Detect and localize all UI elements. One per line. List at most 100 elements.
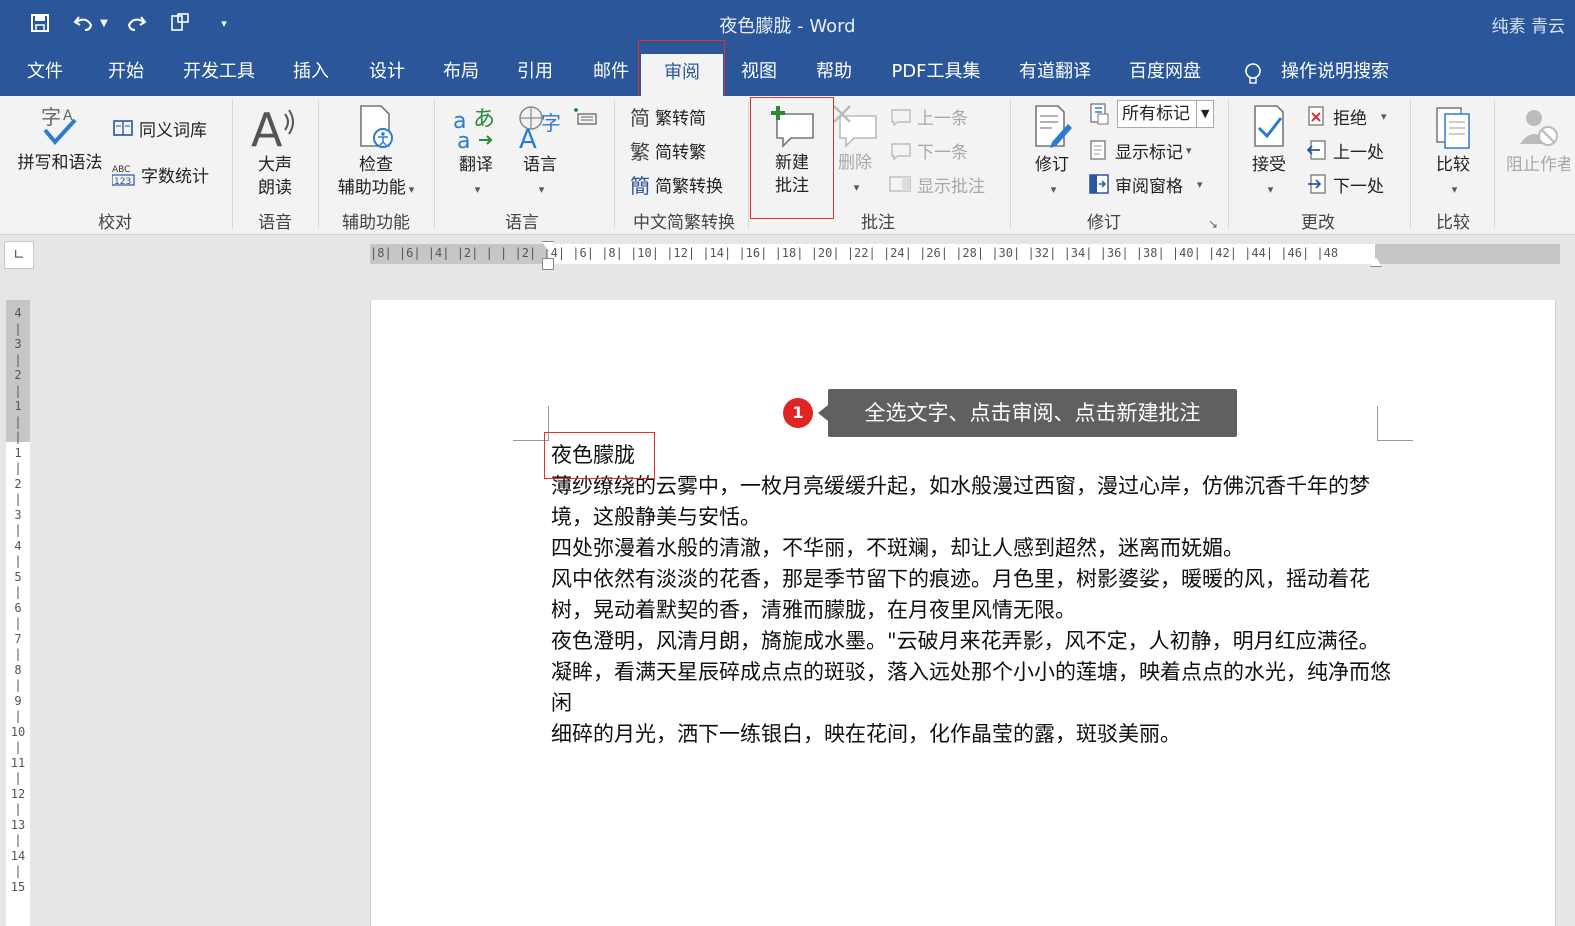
lightbulb-icon[interactable]: [1240, 48, 1266, 96]
tell-me-search[interactable]: 操作说明搜索: [1276, 48, 1394, 96]
heading-highlight: [544, 432, 655, 479]
tab-insert[interactable]: 插入: [280, 48, 342, 96]
next-comment-button[interactable]: 下一条: [888, 136, 968, 164]
delete-comment-icon: [833, 105, 877, 148]
previous-comment-button[interactable]: 上一条: [888, 102, 968, 130]
delete-comment-button[interactable]: 删除 ▾: [830, 104, 880, 199]
callout-arrow: [818, 405, 828, 421]
tab-help[interactable]: 帮助: [803, 48, 865, 96]
tab-baidu-pan[interactable]: 百度网盘: [1122, 48, 1208, 96]
ribbon-tabs: 文件 开始 开发工具 插入 设计 布局 引用 邮件 审阅 视图 帮助 PDF工具…: [0, 48, 1575, 96]
reviewing-pane-button[interactable]: 审阅窗格 ▾: [1088, 170, 1203, 198]
svg-text:123: 123: [114, 177, 131, 186]
translate-label: 翻译: [459, 155, 493, 175]
markup-display-icon: [1088, 102, 1112, 126]
compare-button[interactable]: 比较 ▾: [1422, 104, 1484, 201]
tab-developer[interactable]: 开发工具: [176, 48, 262, 96]
markup-select-value: 所有标记: [1122, 104, 1190, 124]
previous-comment-label: 上一条: [917, 108, 968, 129]
svg-text:A: A: [519, 125, 537, 150]
word-count-button[interactable]: ABC 123 字数统计: [112, 160, 209, 188]
tab-file[interactable]: 文件: [14, 48, 76, 96]
tab-pdf-tools[interactable]: PDF工具集: [886, 48, 986, 96]
previous-change-button[interactable]: 上一处: [1306, 136, 1384, 164]
read-aloud-button[interactable]: A 大声 朗读: [242, 104, 308, 200]
keyboard-icon[interactable]: [572, 102, 598, 130]
group-separator: [232, 100, 233, 228]
chevron-down-icon: ▾: [853, 181, 860, 194]
show-markup-label: 显示标记: [1115, 142, 1183, 163]
thesaurus-button[interactable]: 同义词库: [112, 114, 207, 142]
group-chinese-conversion-label: 中文简繁转换: [633, 213, 735, 233]
previous-change-label: 上一处: [1333, 142, 1384, 163]
spelling-grammar-button[interactable]: 字 A 拼写和语法: [10, 104, 110, 175]
next-change-icon: [1306, 173, 1328, 195]
accept-icon: [1254, 105, 1284, 147]
language-label: 语言: [523, 155, 557, 175]
horizontal-ruler-ticks: |8| |6| |4| |2| | | |2| |4| |6| |8| |10|…: [370, 246, 1339, 260]
left-indent-marker[interactable]: [542, 258, 554, 270]
previous-comment-icon: [888, 106, 912, 126]
paragraph[interactable]: 凝眸，看满天星辰碎成点点的斑驳，落入远处那个小小的莲塘，映着点点的水光，纯净而悠…: [551, 657, 1391, 719]
tab-youdao[interactable]: 有道翻译: [1012, 48, 1098, 96]
word-count-icon: ABC 123: [112, 162, 136, 186]
block-authors-label: 阻止作者: [1506, 155, 1570, 175]
traditional-to-simplified-button[interactable]: 简 繁转简: [630, 102, 706, 130]
check-accessibility-button[interactable]: 检查 辅助功能 ▾: [330, 104, 422, 201]
paragraph[interactable]: 风中依然有淡淡的花香，那是季节留下的痕迹。月色里，树影婆娑，暖暖的风，摇动着花树…: [551, 564, 1391, 626]
translate-button[interactable]: a あ a 翻译 ▾: [448, 104, 504, 201]
chinese-conversion-label: 简繁转换: [655, 176, 723, 197]
show-comments-button[interactable]: 显示批注: [888, 170, 985, 198]
reject-icon: [1306, 105, 1328, 127]
next-change-button[interactable]: 下一处: [1306, 170, 1384, 198]
simplified-to-traditional-icon: 繁: [630, 139, 650, 164]
margin-corner-mark: [1377, 406, 1379, 440]
next-comment-label: 下一条: [917, 142, 968, 163]
paragraph[interactable]: 四处弥漫着水般的清澈，不华丽，不斑斓，却让人感到超然，迷离而妩媚。: [551, 533, 1391, 564]
accept-button[interactable]: 接受 ▾: [1238, 104, 1300, 201]
tracking-options-icon[interactable]: ↘: [1208, 210, 1218, 238]
tab-mailings[interactable]: 邮件: [580, 48, 642, 96]
compare-icon: [1436, 107, 1470, 149]
group-proofing-label: 校对: [98, 213, 132, 233]
tab-selector-icon[interactable]: ∟: [4, 241, 34, 269]
paragraph[interactable]: 夜色澄明，风清月朗，旖旎成水墨。"云破月来花弄影，风不定，人初静，明月红应满径。: [551, 626, 1391, 657]
reject-button[interactable]: 拒绝 ▾: [1306, 102, 1387, 130]
language-icon: A 字: [519, 106, 561, 150]
translate-icon: a あ a: [453, 107, 495, 150]
horizontal-ruler[interactable]: |8| |6| |4| |2| | | |2| |4| |6| |8| |10|…: [370, 241, 1560, 270]
review-tab-highlight: [638, 40, 725, 99]
tab-view[interactable]: 视图: [728, 48, 790, 96]
group-tracking-label: 修订: [1087, 213, 1121, 233]
vertical-ruler[interactable]: 4 | 3 | 2 | 1 | | 1 | 2 | 3 | 4 | 5 | 6 …: [6, 300, 30, 926]
tab-layout[interactable]: 布局: [430, 48, 492, 96]
user-name[interactable]: 纯素 青云: [1492, 12, 1565, 37]
track-changes-button[interactable]: 修订 ▾: [1022, 104, 1082, 201]
group-accessibility-label: 辅助功能: [342, 213, 410, 233]
chinese-conversion-button[interactable]: 簡 简繁转换: [630, 170, 723, 198]
group-speech-label: 语音: [258, 213, 292, 233]
title-bar: ▼ ▾ 夜色朦胧 - Word 纯素 青云: [0, 0, 1575, 48]
group-separator: [1228, 100, 1229, 228]
ruler-area: ∟ |8| |6| |4| |2| | | |2| |4| |6| |8| |1…: [0, 235, 1575, 271]
simplified-to-traditional-button[interactable]: 繁 简转繁: [630, 136, 706, 164]
step-badge: 1: [783, 398, 813, 428]
svg-text:字: 字: [541, 111, 561, 135]
tab-references[interactable]: 引用: [504, 48, 566, 96]
thesaurus-icon: [112, 118, 134, 138]
block-authors-button[interactable]: 阻止作者: [1506, 104, 1570, 177]
markup-select[interactable]: 所有标记 ▼: [1088, 100, 1215, 128]
paragraph[interactable]: 薄纱缭绕的云雾中，一枚月亮缓缓升起，如水般漫过西窗，漫过心岸，仿佛沉香千年的梦境…: [551, 471, 1391, 533]
show-markup-button[interactable]: 显示标记 ▾: [1088, 136, 1192, 164]
paragraph[interactable]: 细碎的月光，洒下一练银白，映在花间，化作晶莹的露，斑驳美丽。: [551, 719, 1391, 750]
chevron-down-icon: ▾: [538, 183, 545, 196]
language-button[interactable]: A 字 语言 ▾: [510, 104, 570, 201]
group-compare-label: 比较: [1436, 213, 1470, 233]
read-aloud-label-1: 大声: [258, 155, 292, 175]
tab-home[interactable]: 开始: [94, 48, 158, 96]
tab-design[interactable]: 设计: [356, 48, 418, 96]
document-body[interactable]: 夜色朦胧 薄纱缭绕的云雾中，一枚月亮缓缓升起，如水般漫过西窗，漫过心岸，仿佛沉香…: [551, 440, 1391, 750]
group-separator: [434, 100, 435, 228]
read-aloud-icon: A: [251, 104, 294, 150]
next-comment-icon: [888, 140, 912, 160]
